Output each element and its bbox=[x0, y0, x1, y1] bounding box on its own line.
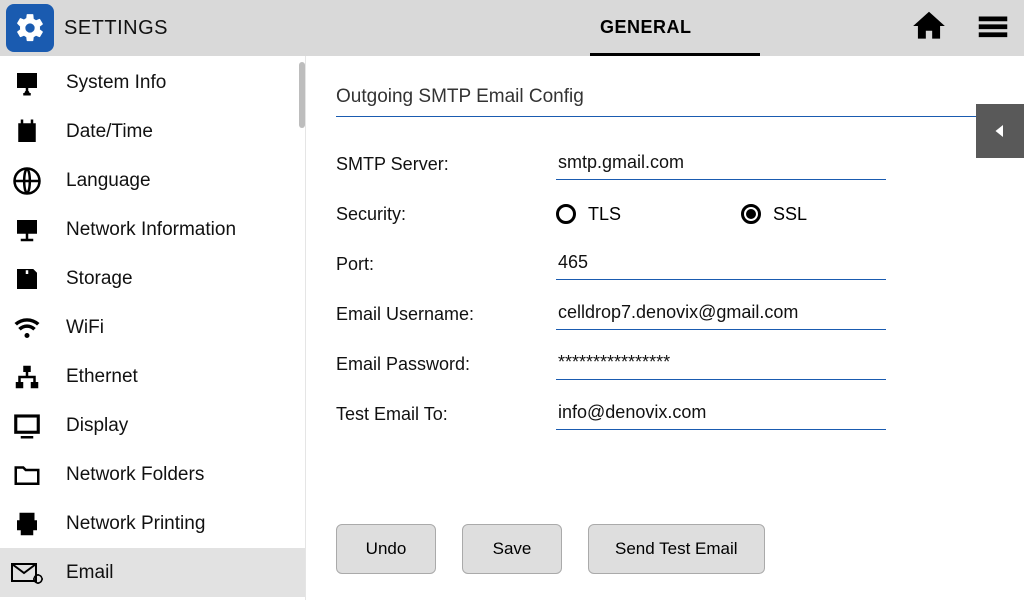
smtp-server-input[interactable] bbox=[556, 148, 886, 180]
settings-sidebar: System Info Date/Time Language Network I… bbox=[0, 56, 306, 600]
label-smtp-server: SMTP Server: bbox=[336, 154, 556, 175]
radio-icon bbox=[741, 204, 761, 224]
undo-button[interactable]: Undo bbox=[336, 524, 436, 574]
sidebar-item-label: Ethernet bbox=[66, 366, 138, 388]
port-input[interactable] bbox=[556, 248, 886, 280]
panel-title: Outgoing SMTP Email Config bbox=[336, 86, 994, 108]
menu-button[interactable] bbox=[974, 7, 1012, 50]
sidebar-item-label: Date/Time bbox=[66, 121, 153, 143]
printer-icon bbox=[10, 507, 44, 541]
header-title: SETTINGS bbox=[64, 17, 168, 40]
sidebar-item-label: Display bbox=[66, 415, 128, 437]
calendar-icon bbox=[10, 115, 44, 149]
sidebar-item-date-time[interactable]: Date/Time bbox=[0, 107, 305, 156]
email-settings-icon bbox=[10, 556, 44, 590]
ethernet-icon bbox=[10, 360, 44, 394]
collapse-panel-button[interactable] bbox=[976, 104, 1024, 158]
tab-general[interactable]: GENERAL bbox=[600, 17, 692, 40]
settings-gear-icon bbox=[6, 4, 54, 52]
sidebar-item-label: Network Information bbox=[66, 219, 236, 241]
sidebar-item-wifi[interactable]: WiFi bbox=[0, 303, 305, 352]
home-button[interactable] bbox=[910, 7, 948, 50]
radio-ssl-label: SSL bbox=[773, 204, 807, 225]
radio-icon bbox=[556, 204, 576, 224]
monitor-info-icon bbox=[10, 66, 44, 100]
folder-icon bbox=[10, 458, 44, 492]
sidebar-item-network-folders[interactable]: Network Folders bbox=[0, 450, 305, 499]
sidebar-item-label: Network Folders bbox=[66, 464, 204, 486]
app-header: SETTINGS GENERAL bbox=[0, 0, 1024, 56]
scrollbar-thumb[interactable] bbox=[299, 62, 305, 128]
sidebar-item-label: WiFi bbox=[66, 317, 104, 339]
save-button[interactable]: Save bbox=[462, 524, 562, 574]
radio-tls-label: TLS bbox=[588, 204, 621, 225]
test-email-to-input[interactable] bbox=[556, 398, 886, 430]
sidebar-item-label: Storage bbox=[66, 268, 133, 290]
sidebar-item-storage[interactable]: Storage bbox=[0, 254, 305, 303]
wifi-icon bbox=[10, 311, 44, 345]
sidebar-item-network-information[interactable]: Network Information bbox=[0, 205, 305, 254]
sidebar-item-ethernet[interactable]: Ethernet bbox=[0, 352, 305, 401]
email-username-input[interactable] bbox=[556, 298, 886, 330]
sidebar-item-label: Network Printing bbox=[66, 513, 205, 535]
sidebar-item-label: Email bbox=[66, 562, 114, 584]
label-email-password: Email Password: bbox=[336, 354, 556, 375]
label-test-email-to: Test Email To: bbox=[336, 404, 556, 425]
sidebar-item-label: Language bbox=[66, 170, 151, 192]
globe-icon bbox=[10, 164, 44, 198]
email-password-input[interactable] bbox=[556, 348, 886, 380]
display-icon bbox=[10, 409, 44, 443]
title-underline bbox=[336, 116, 994, 117]
network-monitor-icon bbox=[10, 213, 44, 247]
sidebar-item-email[interactable]: Email bbox=[0, 548, 305, 597]
save-icon bbox=[10, 262, 44, 296]
send-test-email-button[interactable]: Send Test Email bbox=[588, 524, 765, 574]
radio-tls[interactable]: TLS bbox=[556, 204, 621, 225]
email-config-panel: Outgoing SMTP Email Config SMTP Server: … bbox=[306, 56, 1024, 600]
label-port: Port: bbox=[336, 254, 556, 275]
sidebar-item-display[interactable]: Display bbox=[0, 401, 305, 450]
label-email-username: Email Username: bbox=[336, 304, 556, 325]
label-security: Security: bbox=[336, 204, 556, 225]
sidebar-item-language[interactable]: Language bbox=[0, 156, 305, 205]
radio-ssl[interactable]: SSL bbox=[741, 204, 807, 225]
sidebar-item-label: System Info bbox=[66, 72, 166, 94]
sidebar-item-network-printing[interactable]: Network Printing bbox=[0, 499, 305, 548]
sidebar-item-system-info[interactable]: System Info bbox=[0, 58, 305, 107]
